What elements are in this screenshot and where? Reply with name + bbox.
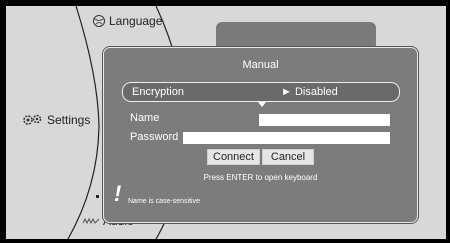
encryption-value[interactable]: ► Disabled [281, 86, 338, 98]
language-icon [93, 15, 105, 27]
encryption-row[interactable]: Encryption ► Disabled [122, 82, 400, 102]
name-field[interactable] [259, 114, 390, 126]
caret-down-icon [258, 102, 266, 107]
connect-button[interactable]: Connect [207, 149, 260, 165]
menu-item-language-label: Language [109, 14, 163, 28]
dialog-title: Manual [242, 59, 279, 71]
password-field[interactable] [183, 132, 390, 144]
warning-icon: ! [114, 181, 122, 206]
screen: Language Settings Audio Manual Encryptio… [0, 0, 450, 243]
encryption-label: Encryption [132, 86, 184, 98]
password-label: Password [130, 131, 179, 143]
menu-item-language[interactable]: Language [92, 14, 162, 28]
audio-icon [82, 217, 100, 225]
menu-item-settings-label: Settings [47, 113, 91, 127]
gear-icon [23, 114, 42, 125]
name-label: Name [130, 112, 160, 124]
background-panel-top [216, 22, 376, 50]
case-sensitive-note: Name is case-sensitive [128, 198, 200, 205]
menu-bullet [96, 195, 99, 198]
settings-panel: Language Settings Audio Manual Encryptio… [6, 6, 446, 239]
manual-dialog: Manual Encryption ► Disabled Name Passwo… [103, 47, 418, 223]
keyboard-hint: Press ENTER to open keyboard [203, 173, 318, 182]
menu-item-settings[interactable]: Settings [22, 113, 90, 127]
cancel-button[interactable]: Cancel [262, 149, 314, 165]
